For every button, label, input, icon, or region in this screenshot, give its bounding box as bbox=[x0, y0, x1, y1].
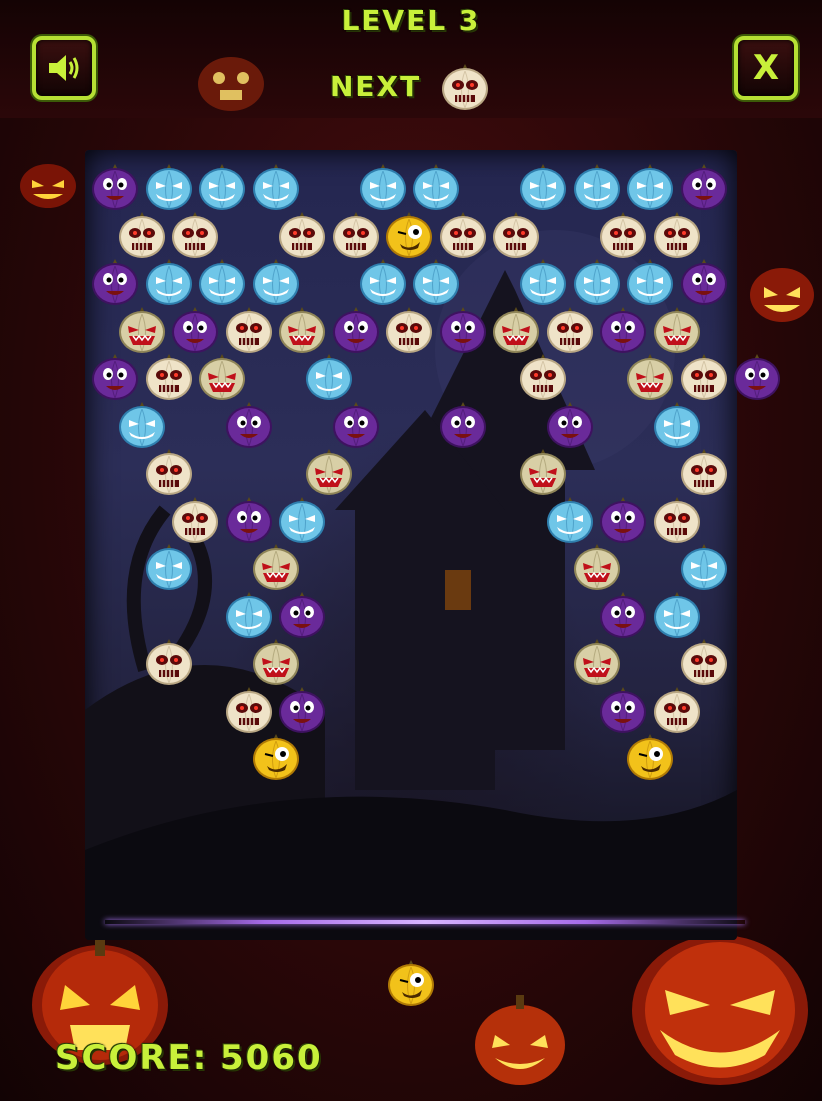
cream-pumpkin-bubble bbox=[598, 210, 648, 260]
purple-pumpkin-bubble bbox=[679, 162, 729, 212]
tan-pumpkin-bubble bbox=[572, 637, 622, 687]
level-indicator: LEVEL 3 bbox=[341, 4, 481, 37]
purple-pumpkin-bubble bbox=[277, 685, 327, 735]
score-value: 5060 bbox=[220, 1038, 323, 1078]
score-label: SCORE: bbox=[55, 1038, 209, 1078]
next-label: NEXT bbox=[330, 70, 422, 103]
purple-pumpkin-bubble bbox=[90, 257, 140, 307]
tan-pumpkin-bubble bbox=[277, 305, 327, 355]
tan-pumpkin-bubble bbox=[197, 352, 247, 402]
blue-pumpkin-bubble bbox=[518, 257, 568, 307]
tan-pumpkin-bubble bbox=[304, 447, 354, 497]
tan-pumpkin-bubble bbox=[625, 352, 675, 402]
jack-o-lantern-decoration-top bbox=[198, 57, 264, 111]
blue-pumpkin-bubble bbox=[304, 352, 354, 402]
blue-pumpkin-bubble bbox=[625, 162, 675, 212]
cream-pumpkin-bubble bbox=[144, 637, 194, 687]
jack-o-lantern-decoration-bottom bbox=[475, 995, 565, 1085]
tan-pumpkin-bubble bbox=[251, 542, 301, 592]
blue-pumpkin-bubble bbox=[545, 495, 595, 545]
blue-pumpkin-bubble bbox=[518, 162, 568, 212]
purple-pumpkin-bubble bbox=[224, 495, 274, 545]
next-bubble bbox=[440, 62, 490, 112]
purple-pumpkin-bubble bbox=[598, 495, 648, 545]
tan-pumpkin-bubble bbox=[491, 305, 541, 355]
purple-pumpkin-bubble bbox=[331, 400, 381, 450]
blue-pumpkin-bubble bbox=[144, 257, 194, 307]
blue-pumpkin-bubble bbox=[411, 257, 461, 307]
aim-limit-line bbox=[105, 920, 745, 924]
cream-pumpkin-bubble bbox=[170, 210, 220, 260]
cream-pumpkin-bubble bbox=[679, 447, 729, 497]
blue-pumpkin-bubble bbox=[572, 257, 622, 307]
purple-pumpkin-bubble bbox=[224, 400, 274, 450]
cream-pumpkin-bubble bbox=[331, 210, 381, 260]
tan-pumpkin-bubble bbox=[251, 637, 301, 687]
jack-o-lantern-decoration-wall-right bbox=[750, 268, 814, 322]
sound-toggle-button[interactable] bbox=[32, 36, 96, 100]
cream-pumpkin-bubble bbox=[224, 305, 274, 355]
cream-pumpkin-bubble bbox=[491, 210, 541, 260]
blue-pumpkin-bubble bbox=[679, 542, 729, 592]
cream-pumpkin-bubble bbox=[679, 352, 729, 402]
close-button[interactable]: X bbox=[734, 36, 798, 100]
cream-pumpkin-bubble bbox=[652, 495, 702, 545]
blue-pumpkin-bubble bbox=[652, 400, 702, 450]
cream-pumpkin-bubble bbox=[518, 352, 568, 402]
blue-pumpkin-bubble bbox=[277, 495, 327, 545]
shooter-bubble[interactable] bbox=[386, 958, 436, 1008]
cream-pumpkin-bubble bbox=[144, 352, 194, 402]
cream-pumpkin-bubble bbox=[545, 305, 595, 355]
blue-pumpkin-bubble bbox=[358, 162, 408, 212]
cream-pumpkin-bubble bbox=[144, 447, 194, 497]
purple-pumpkin-bubble bbox=[545, 400, 595, 450]
purple-pumpkin-bubble bbox=[679, 257, 729, 307]
tan-pumpkin-bubble bbox=[117, 305, 167, 355]
purple-pumpkin-bubble bbox=[277, 590, 327, 640]
purple-pumpkin-bubble bbox=[598, 685, 648, 735]
purple-pumpkin-bubble bbox=[438, 400, 488, 450]
purple-pumpkin-bubble bbox=[331, 305, 381, 355]
speaker-icon bbox=[49, 55, 79, 81]
yellow-pumpkin-bubble bbox=[251, 732, 301, 782]
cream-pumpkin-bubble bbox=[224, 685, 274, 735]
blue-pumpkin-bubble bbox=[144, 162, 194, 212]
tan-pumpkin-bubble bbox=[572, 542, 622, 592]
yellow-pumpkin-bubble bbox=[625, 732, 675, 782]
purple-pumpkin-bubble bbox=[598, 590, 648, 640]
cream-pumpkin-bubble bbox=[384, 305, 434, 355]
cream-pumpkin-bubble bbox=[117, 210, 167, 260]
blue-pumpkin-bubble bbox=[411, 162, 461, 212]
blue-pumpkin-bubble bbox=[572, 162, 622, 212]
blue-pumpkin-bubble bbox=[224, 590, 274, 640]
blue-pumpkin-bubble bbox=[197, 257, 247, 307]
cream-pumpkin-bubble bbox=[652, 685, 702, 735]
blue-pumpkin-bubble bbox=[625, 257, 675, 307]
blue-pumpkin-bubble bbox=[251, 257, 301, 307]
purple-pumpkin-bubble bbox=[90, 162, 140, 212]
cream-pumpkin-bubble bbox=[170, 495, 220, 545]
jack-o-lantern-decoration-right bbox=[632, 915, 808, 1085]
blue-pumpkin-bubble bbox=[117, 400, 167, 450]
purple-pumpkin-bubble bbox=[90, 352, 140, 402]
cream-pumpkin-bubble bbox=[652, 210, 702, 260]
jack-o-lantern-decoration-wall-left bbox=[20, 164, 76, 208]
cream-pumpkin-bubble bbox=[438, 210, 488, 260]
tan-pumpkin-bubble bbox=[518, 447, 568, 497]
cream-pumpkin-bubble bbox=[679, 637, 729, 687]
purple-pumpkin-bubble bbox=[438, 305, 488, 355]
purple-pumpkin-bubble bbox=[170, 305, 220, 355]
purple-pumpkin-bubble bbox=[732, 352, 782, 402]
cream-pumpkin-bubble bbox=[277, 210, 327, 260]
blue-pumpkin-bubble bbox=[197, 162, 247, 212]
yellow-pumpkin-bubble bbox=[384, 210, 434, 260]
purple-pumpkin-bubble bbox=[598, 305, 648, 355]
tan-pumpkin-bubble bbox=[652, 305, 702, 355]
blue-pumpkin-bubble bbox=[358, 257, 408, 307]
blue-pumpkin-bubble bbox=[251, 162, 301, 212]
blue-pumpkin-bubble bbox=[652, 590, 702, 640]
blue-pumpkin-bubble bbox=[144, 542, 194, 592]
